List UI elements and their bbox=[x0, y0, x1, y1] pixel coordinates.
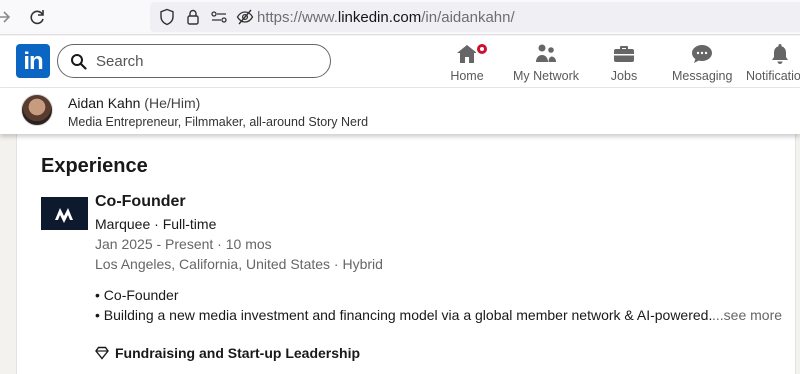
nav-notifications[interactable]: Notifications bbox=[746, 40, 800, 86]
lock-icon[interactable] bbox=[184, 8, 202, 26]
forward-arrow-icon[interactable] bbox=[0, 8, 12, 26]
nav-label-jobs: Jobs bbox=[610, 69, 638, 83]
notification-badge bbox=[475, 42, 489, 56]
job-title: Co-Founder bbox=[95, 193, 186, 210]
nav-messaging[interactable]: Messaging bbox=[672, 40, 732, 86]
url-text[interactable]: https://www.linkedin.com/in/aidankahn/ bbox=[257, 9, 515, 26]
company-employment[interactable]: Marquee · Full-time bbox=[95, 216, 216, 232]
url-path: /in/aidankahn/ bbox=[421, 9, 515, 26]
section-title: Experience bbox=[41, 155, 148, 177]
search-icon bbox=[71, 54, 87, 70]
date-range: Jan 2025 - Present · 10 mos bbox=[95, 236, 272, 252]
linkedin-logo[interactable]: in bbox=[16, 44, 50, 78]
shield-icon[interactable] bbox=[158, 8, 176, 26]
permissions-icon[interactable] bbox=[210, 8, 228, 26]
tracking-blocked-icon[interactable] bbox=[236, 8, 254, 26]
briefcase-icon bbox=[614, 46, 634, 62]
diamond-icon bbox=[95, 346, 109, 360]
reload-icon[interactable] bbox=[27, 7, 47, 27]
nav-label-notifications: Notifications bbox=[746, 69, 800, 83]
profile-headline: Media Entrepreneur, Filmmaker, all-aroun… bbox=[68, 115, 369, 129]
nav-label-home: Home bbox=[450, 69, 484, 83]
avatar[interactable] bbox=[21, 94, 53, 126]
nav-home[interactable]: Home bbox=[446, 40, 489, 86]
profile-name-line: Aidan Kahn (He/Him) bbox=[68, 95, 200, 111]
nav-label-messaging: Messaging bbox=[672, 69, 733, 83]
marquee-logo-icon bbox=[55, 208, 73, 223]
job-location: Los Angeles, California, United States ·… bbox=[95, 256, 383, 272]
see-more-link[interactable]: ...see more bbox=[712, 307, 782, 323]
search-input[interactable] bbox=[96, 51, 316, 71]
profile-pronouns: (He/Him) bbox=[144, 95, 201, 111]
messaging-icon bbox=[692, 45, 712, 63]
sticky-profile-header: Aidan Kahn (He/Him) Media Entrepreneur, … bbox=[0, 88, 800, 134]
description-line: • Building a new media investment and fi… bbox=[95, 307, 713, 323]
skill-label: Fundraising and Start-up Leadership bbox=[115, 345, 361, 361]
bell-icon bbox=[772, 44, 788, 64]
profile-name: Aidan Kahn bbox=[68, 95, 141, 111]
nav-my-network[interactable]: My Network bbox=[510, 40, 582, 86]
global-nav: in Home My Network Jobs Messaging Notifi… bbox=[0, 36, 800, 88]
search-box[interactable] bbox=[57, 44, 331, 78]
skills-row[interactable]: Fundraising and Start-up Leadership bbox=[95, 343, 360, 363]
description-line: • Co-Founder bbox=[95, 287, 179, 303]
browser-toolbar: https://www.linkedin.com/in/aidankahn/ bbox=[0, 0, 800, 35]
network-icon bbox=[536, 44, 556, 62]
url-prefix: https://www. bbox=[257, 9, 338, 26]
nav-jobs[interactable]: Jobs bbox=[606, 40, 642, 86]
nav-label-my-network: My Network bbox=[513, 69, 579, 83]
company-logo[interactable] bbox=[41, 197, 88, 230]
url-domain: linkedin.com bbox=[337, 9, 422, 26]
